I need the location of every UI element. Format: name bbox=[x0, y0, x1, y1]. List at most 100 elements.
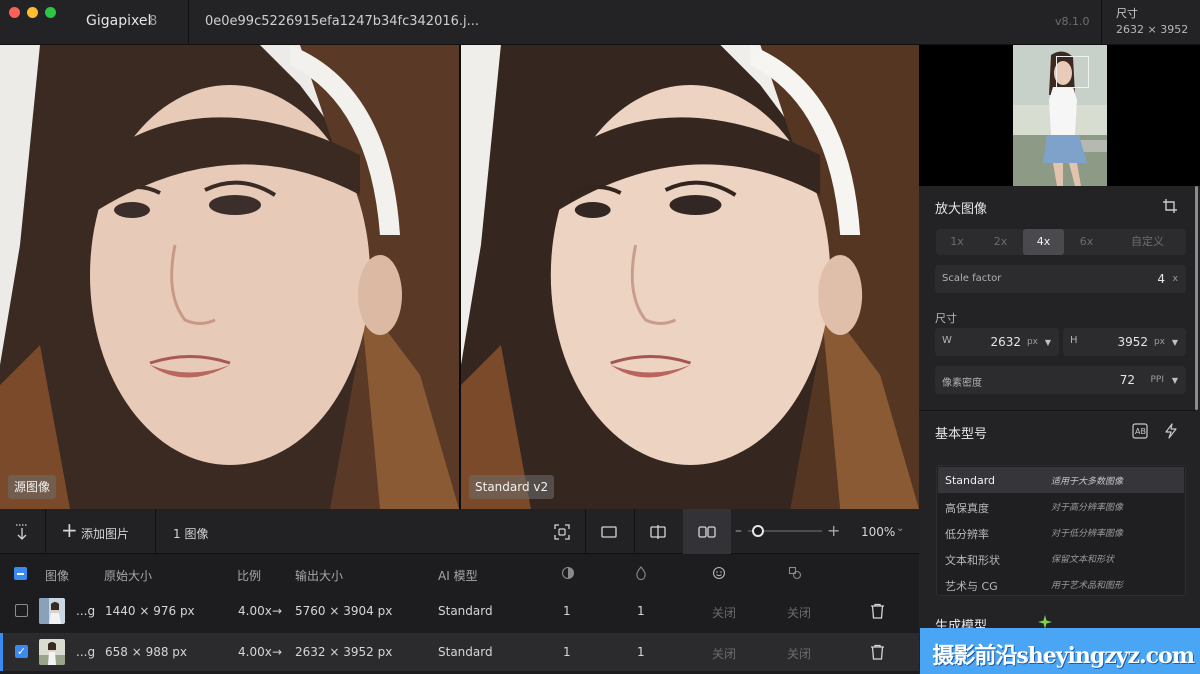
navigator[interactable] bbox=[919, 45, 1200, 186]
pixel-density-label: 像素密度 bbox=[942, 378, 982, 389]
model-description: 适用于大多数图像 bbox=[1051, 477, 1124, 487]
scale-factor-label: Scale factor bbox=[942, 273, 1002, 284]
width-field[interactable]: W 2632 px ▼ bbox=[935, 328, 1059, 356]
pixel-density-value[interactable]: 72 bbox=[1120, 373, 1135, 387]
table-header: 图像 原始大小 比例 输出大小 AI 模型 bbox=[0, 555, 919, 591]
row-checkbox[interactable] bbox=[15, 604, 28, 617]
shapes-value: 关闭 bbox=[787, 606, 812, 620]
lightning-icon[interactable] bbox=[1163, 423, 1179, 439]
navigator-thumbnail[interactable] bbox=[1013, 45, 1107, 186]
scale-factor-field[interactable]: Scale factor 4 x bbox=[935, 265, 1186, 293]
chevron-down-icon[interactable]: ▼ bbox=[1172, 338, 1178, 347]
zoom-in-button[interactable]: + bbox=[827, 521, 840, 540]
trash-icon[interactable] bbox=[870, 603, 885, 619]
upscale-section-title: 放大图像 bbox=[935, 202, 988, 217]
output-size-label: 尺寸 bbox=[1116, 7, 1138, 20]
zoom-slider-knob[interactable] bbox=[752, 525, 764, 537]
noise-value: 1 bbox=[563, 645, 571, 659]
ratio: 4.00x bbox=[238, 604, 272, 618]
compare-models-icon[interactable]: AB bbox=[1132, 423, 1148, 439]
crop-icon[interactable] bbox=[1162, 198, 1178, 214]
pixel-density-field[interactable]: 像素密度 72 PPI ▼ bbox=[935, 366, 1186, 394]
plus-icon: + bbox=[61, 518, 78, 542]
scale-option-2x[interactable]: 2x bbox=[979, 229, 1022, 255]
chevron-down-icon[interactable]: ▼ bbox=[1045, 338, 1051, 347]
height-field[interactable]: H 3952 px ▼ bbox=[1063, 328, 1186, 356]
column-header-original-size[interactable]: 原始大小 bbox=[104, 567, 152, 584]
select-all-checkbox[interactable] bbox=[14, 567, 27, 580]
svg-text:AB: AB bbox=[1135, 427, 1146, 436]
table-row[interactable]: ✓ ...g 658 × 988 px 4.00x → 2632 × 3952 … bbox=[0, 633, 919, 671]
column-header-image[interactable]: 图像 bbox=[45, 567, 69, 584]
panel-scrollbar[interactable] bbox=[1195, 186, 1198, 410]
app-version: 8 bbox=[149, 14, 158, 29]
divider bbox=[585, 509, 586, 554]
height-label: H bbox=[1070, 335, 1078, 346]
split-view-icon[interactable] bbox=[648, 522, 668, 542]
noise-icon bbox=[561, 566, 575, 580]
width-unit: px bbox=[1026, 337, 1038, 347]
watermark-text: 摄影前沿sheyingzyz.com bbox=[932, 643, 1195, 669]
face-recovery-value: 关闭 bbox=[712, 606, 737, 620]
download-icon[interactable] bbox=[12, 522, 32, 542]
minimize-window-button[interactable] bbox=[27, 7, 38, 18]
output-size: 5760 × 3904 px bbox=[295, 604, 393, 618]
basic-model-section-title: 基本型号 bbox=[935, 427, 988, 442]
title-bar: Gigapixel 8 0e0e99c5226915efa1247b34fc34… bbox=[0, 0, 1200, 45]
divider bbox=[1101, 0, 1102, 45]
scale-option-4x[interactable]: 4x bbox=[1023, 229, 1064, 255]
model-name: 文本和形状 bbox=[945, 554, 1000, 567]
height-value[interactable]: 3952 bbox=[1117, 335, 1148, 349]
shapes-value: 关闭 bbox=[787, 647, 812, 661]
source-preview[interactable]: 源图像 bbox=[0, 45, 459, 509]
output-preview[interactable]: Standard v2 bbox=[461, 45, 919, 509]
face-detect-icon[interactable] bbox=[552, 522, 572, 542]
model-name: 高保真度 bbox=[945, 502, 989, 515]
viewport-frame[interactable] bbox=[1056, 56, 1089, 88]
portrait-image bbox=[461, 45, 919, 509]
zoom-window-button[interactable] bbox=[45, 7, 56, 18]
column-header-ai-model[interactable]: AI 模型 bbox=[438, 567, 478, 584]
trash-icon[interactable] bbox=[870, 644, 885, 660]
blur-value: 1 bbox=[637, 604, 645, 618]
original-size: 1440 × 976 px bbox=[105, 604, 195, 618]
zoom-slider[interactable] bbox=[748, 525, 822, 537]
model-name: 低分辨率 bbox=[945, 528, 989, 541]
scale-factor-value[interactable]: 4 bbox=[1157, 272, 1165, 286]
file-name: ...g bbox=[76, 645, 96, 659]
scale-option-custom[interactable]: 自定义 bbox=[1109, 229, 1186, 255]
close-window-button[interactable] bbox=[9, 7, 20, 18]
zoom-value[interactable]: 100% bbox=[861, 525, 895, 539]
model-option-text-shapes[interactable]: 文本和形状 保留文本和形状 bbox=[938, 545, 1184, 571]
scale-option-6x[interactable]: 6x bbox=[1065, 229, 1108, 255]
pixel-density-unit: PPI bbox=[1150, 375, 1164, 385]
model-label: Standard v2 bbox=[469, 475, 555, 499]
scale-option-1x[interactable]: 1x bbox=[936, 229, 978, 255]
column-header-ratio[interactable]: 比例 bbox=[237, 567, 261, 584]
divider bbox=[919, 410, 1195, 411]
single-view-icon[interactable] bbox=[599, 522, 619, 542]
model-option-low-resolution[interactable]: 低分辨率 对于低分辨率图像 bbox=[938, 519, 1184, 545]
column-header-output-size[interactable]: 输出大小 bbox=[295, 567, 343, 584]
chevron-down-icon[interactable]: ⌄ bbox=[896, 523, 904, 534]
table-row[interactable]: ...g 1440 × 976 px 4.00x → 5760 × 3904 p… bbox=[0, 592, 919, 630]
row-checkbox[interactable]: ✓ bbox=[15, 645, 28, 658]
ratio: 4.00x bbox=[238, 645, 272, 659]
ai-model: Standard bbox=[438, 604, 493, 618]
zoom-out-button[interactable]: – bbox=[735, 523, 742, 539]
dimensions-label: 尺寸 bbox=[935, 312, 957, 325]
chevron-down-icon[interactable]: ▼ bbox=[1172, 376, 1178, 385]
add-images-label: 添加图片 bbox=[81, 527, 130, 541]
output-size-value: 2632 × 3952 bbox=[1116, 23, 1189, 36]
model-description: 对于低分辨率图像 bbox=[1051, 529, 1124, 539]
model-option-high-fidelity[interactable]: 高保真度 对于高分辨率图像 bbox=[938, 493, 1184, 519]
model-name: Standard bbox=[945, 474, 996, 487]
watermark: 摄影前沿sheyingzyz.com bbox=[920, 628, 1200, 674]
model-option-art-cg[interactable]: 艺术与 CG 用于艺术品和图形 bbox=[938, 571, 1184, 597]
shapes-icon bbox=[788, 566, 802, 580]
width-value[interactable]: 2632 bbox=[990, 335, 1021, 349]
source-label: 源图像 bbox=[8, 475, 57, 499]
divider bbox=[634, 509, 635, 554]
model-list: Standard 适用于大多数图像 高保真度 对于高分辨率图像 低分辨率 对于低… bbox=[936, 465, 1186, 596]
model-option-standard[interactable]: Standard 适用于大多数图像 bbox=[938, 467, 1184, 493]
